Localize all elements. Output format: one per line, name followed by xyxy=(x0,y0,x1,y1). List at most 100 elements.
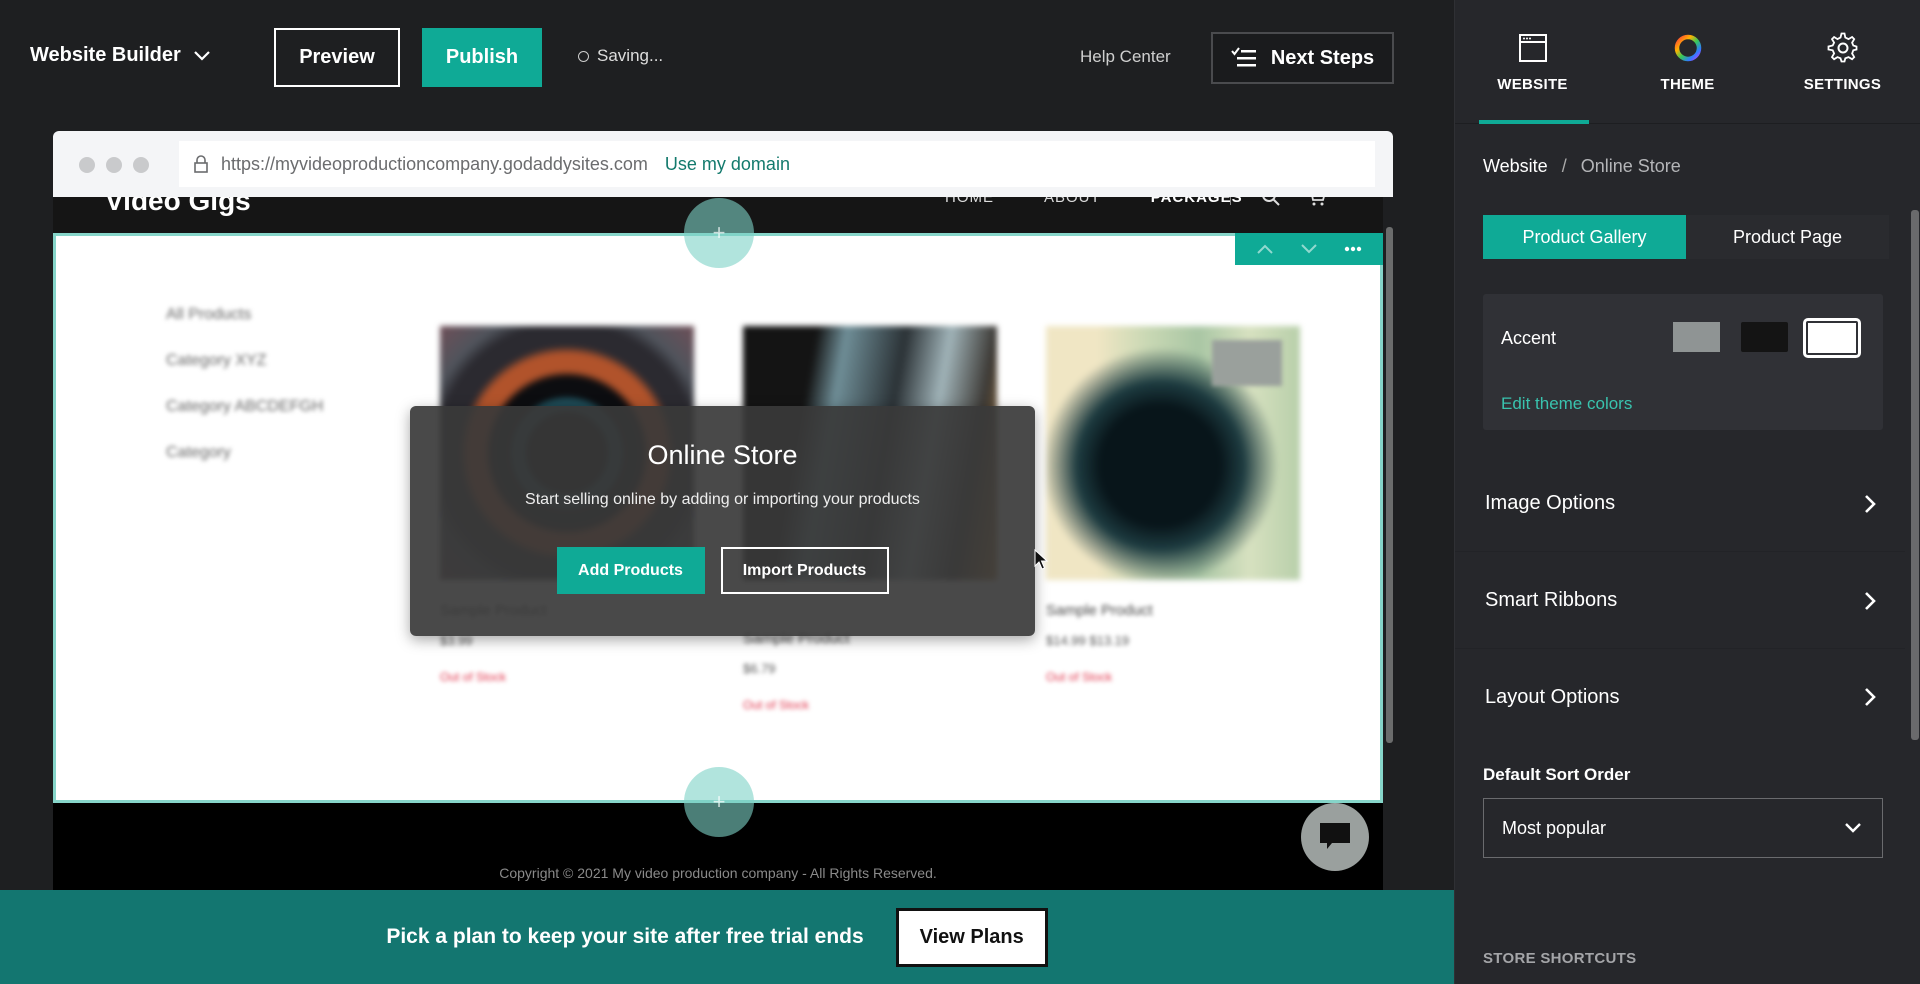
category-item[interactable]: Category ABCDEFGH xyxy=(166,398,323,416)
chat-bubble-icon xyxy=(1320,823,1350,849)
segment-product-gallery[interactable]: Product Gallery xyxy=(1483,215,1686,259)
window-dot-icon xyxy=(79,157,95,173)
category-list: All Products Category XYZ Category ABCDE… xyxy=(166,306,323,462)
product-price: $14.99 $13.19 xyxy=(1046,633,1130,648)
nav-divider xyxy=(1230,197,1231,205)
smart-ribbons-row[interactable]: Smart Ribbons xyxy=(1455,553,1905,649)
accent-swatch-black[interactable] xyxy=(1741,322,1788,352)
cart-icon[interactable] xyxy=(1307,197,1327,207)
window-dot-icon xyxy=(133,157,149,173)
chevron-down-icon xyxy=(1845,823,1861,833)
import-products-button[interactable]: Import Products xyxy=(720,547,889,594)
panel-scrollbar[interactable] xyxy=(1911,210,1919,740)
accent-swatch-white-selected[interactable] xyxy=(1803,318,1861,358)
preview-button[interactable]: Preview xyxy=(274,28,400,87)
chevron-down-icon xyxy=(194,50,210,61)
brand-label: Website Builder xyxy=(30,44,181,66)
site-url: https://myvideoproductioncompany.godaddy… xyxy=(221,153,648,174)
add-products-button[interactable]: Add Products xyxy=(556,547,705,594)
use-my-domain-link[interactable]: Use my domain xyxy=(665,154,790,175)
breadcrumb-website[interactable]: Website xyxy=(1483,156,1548,177)
window-dot-icon xyxy=(106,157,122,173)
view-plans-button[interactable]: View Plans xyxy=(895,907,1048,967)
move-down-icon[interactable] xyxy=(1300,243,1318,255)
category-item[interactable]: All Products xyxy=(166,306,323,324)
site-header-icons xyxy=(1261,197,1327,207)
plus-icon: + xyxy=(712,220,726,245)
editor-panel: WEBSITE THEME SETTINGS Website / Online … xyxy=(1454,0,1920,984)
save-status-text: Saving... xyxy=(597,46,664,65)
checklist-icon xyxy=(1231,47,1256,67)
online-store-prompt: Online Store Start selling online by add… xyxy=(410,406,1035,636)
segment-product-page[interactable]: Product Page xyxy=(1686,215,1889,259)
layout-options-row[interactable]: Layout Options xyxy=(1455,649,1905,745)
sort-order-label: Default Sort Order xyxy=(1483,765,1631,784)
color-wheel-icon xyxy=(1674,34,1701,62)
category-item[interactable]: Category xyxy=(166,444,323,462)
stock-status: Out of Stock xyxy=(743,698,810,712)
edit-theme-colors-link[interactable]: Edit theme colors xyxy=(1501,394,1632,414)
stock-status: Out of Stock xyxy=(1046,670,1113,684)
category-item[interactable]: Category XYZ xyxy=(166,352,323,370)
accent-label: Accent xyxy=(1501,328,1557,348)
tab-label: WEBSITE xyxy=(1497,76,1568,93)
tab-website[interactable]: WEBSITE xyxy=(1455,0,1610,124)
product-card[interactable]: Sample Product $14.99 $13.19 Out of Stoc… xyxy=(1046,326,1300,684)
gear-icon xyxy=(1827,32,1857,63)
next-steps-label: Next Steps xyxy=(1270,46,1375,69)
site-nav-about[interactable]: ABOUT xyxy=(1044,197,1101,206)
tab-theme[interactable]: THEME xyxy=(1610,0,1765,124)
next-steps-button[interactable]: Next Steps xyxy=(1211,32,1394,84)
move-up-icon[interactable] xyxy=(1256,243,1274,255)
website-builder-app: Website Builder Preview Publish Saving..… xyxy=(0,0,1920,984)
sort-order-value: Most popular xyxy=(1502,817,1607,838)
plus-icon: + xyxy=(712,789,726,814)
chat-button[interactable] xyxy=(1301,803,1369,871)
section-toolbar xyxy=(1235,233,1383,265)
saving-spinner-icon xyxy=(578,50,589,62)
add-section-bottom-button[interactable]: + xyxy=(684,767,754,837)
publish-button[interactable]: Publish xyxy=(422,28,542,87)
stock-status: Out of Stock xyxy=(440,670,507,684)
image-options-row[interactable]: Image Options xyxy=(1455,456,1905,552)
store-shortcuts-heading: STORE SHORTCUTS xyxy=(1483,950,1637,967)
prompt-title: Online Store xyxy=(647,440,798,470)
site-preview-frame: https://myvideoproductioncompany.godaddy… xyxy=(53,131,1393,891)
tab-settings[interactable]: SETTINGS xyxy=(1765,0,1920,124)
site-canvas: Video Gigs HOME ABOUT PACKAGES All Produ… xyxy=(53,197,1383,891)
product-price: $6.79 xyxy=(743,661,776,676)
trial-banner-text: Pick a plan to keep your site after free… xyxy=(386,925,864,948)
help-center-link[interactable]: Help Center xyxy=(1080,47,1171,67)
online-store-section[interactable]: All Products Category XYZ Category ABCDE… xyxy=(53,233,1383,803)
product-name: Sample Product xyxy=(1046,602,1153,619)
breadcrumb: Website / Online Store xyxy=(1483,156,1681,177)
website-builder-menu[interactable]: Website Builder xyxy=(30,44,211,67)
row-label: Smart Ribbons xyxy=(1485,589,1618,611)
panel-tabs: WEBSITE THEME SETTINGS xyxy=(1455,0,1920,124)
window-controls xyxy=(79,157,149,173)
chevron-right-icon xyxy=(1865,494,1876,513)
site-nav-home[interactable]: HOME xyxy=(945,197,994,206)
breadcrumb-separator: / xyxy=(1561,156,1567,176)
accent-swatch-gray[interactable] xyxy=(1673,322,1720,352)
site-nav: HOME ABOUT PACKAGES xyxy=(945,197,1243,206)
accent-color-card: Accent Edit theme colors xyxy=(1483,294,1883,430)
address-bar: https://myvideoproductioncompany.godaddy… xyxy=(179,141,1375,187)
more-options-icon[interactable] xyxy=(1344,243,1362,255)
preview-scrollbar[interactable] xyxy=(1386,227,1393,743)
add-section-top-button[interactable]: + xyxy=(684,198,754,268)
sort-order-select[interactable]: Most popular xyxy=(1483,798,1883,858)
row-label: Layout Options xyxy=(1485,685,1620,708)
chevron-right-icon xyxy=(1865,591,1876,610)
browser-bar: https://myvideoproductioncompany.godaddy… xyxy=(53,131,1393,197)
site-nav-packages[interactable]: PACKAGES xyxy=(1151,197,1243,206)
tab-label: THEME xyxy=(1660,76,1715,93)
trial-banner: Pick a plan to keep your site after free… xyxy=(0,890,1454,984)
tab-label: SETTINGS xyxy=(1803,76,1882,93)
sale-badge xyxy=(1212,340,1282,386)
lock-icon xyxy=(194,155,208,173)
mouse-cursor-icon xyxy=(1034,549,1049,570)
search-icon[interactable] xyxy=(1261,197,1281,207)
breadcrumb-current: Online Store xyxy=(1580,156,1681,176)
row-label: Image Options xyxy=(1485,492,1616,514)
